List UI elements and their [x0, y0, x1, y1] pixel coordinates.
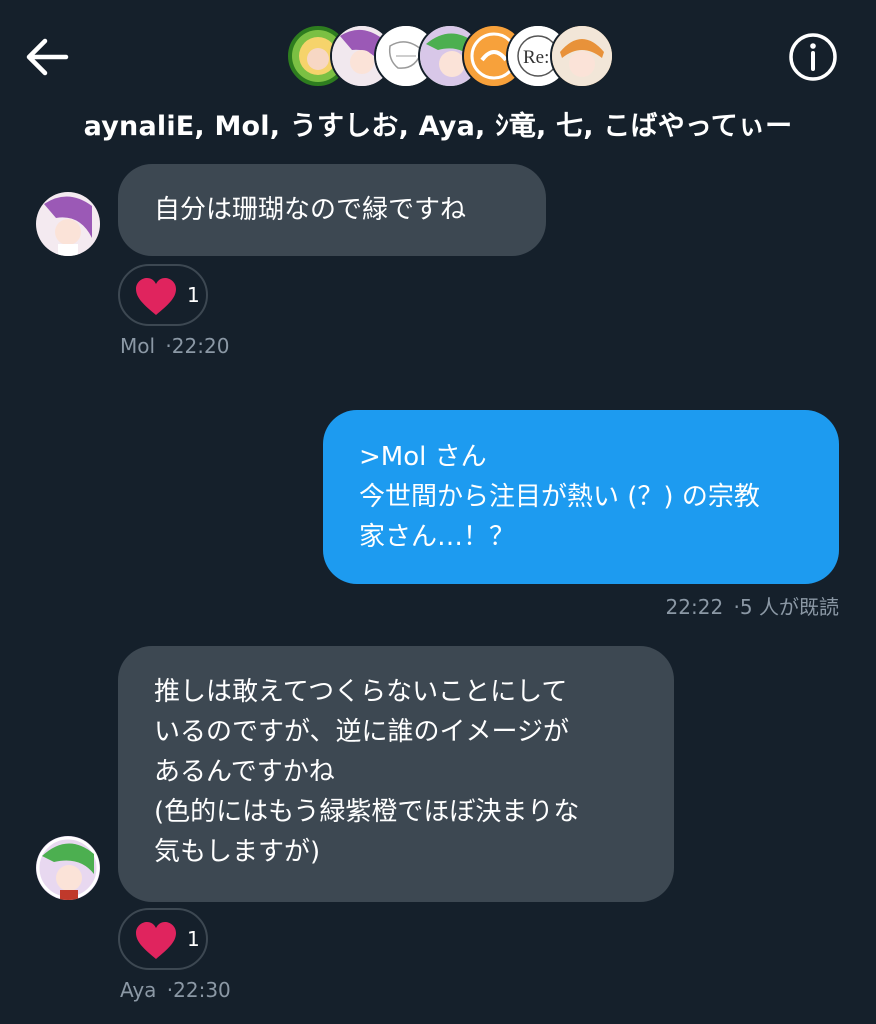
message-bubble[interactable]: >Mol さん 今世間から注目が熱い (？) の宗教 家さん…！？ — [323, 410, 839, 584]
group-avatar-stack[interactable]: Re: — [286, 24, 614, 88]
reaction-badge[interactable]: 1 — [118, 264, 208, 326]
message-text: 家さん…！？ — [359, 522, 516, 552]
svg-text:Re:: Re: — [523, 47, 549, 68]
reaction-count: 1 — [187, 283, 200, 307]
conversation-header: Re: aynaliE, Mol, うすしお, Aya, ｼ竜, 七, こばやっ… — [0, 0, 876, 150]
message-text: いるのですが、逆に誰のイメージが — [154, 717, 569, 747]
message-text: (色的にはもう緑紫橙でほぼ決まりな — [154, 797, 580, 827]
heart-icon — [136, 922, 176, 959]
reaction-count: 1 — [187, 927, 200, 951]
arrow-left-icon — [26, 38, 69, 76]
conversation-info-button[interactable] — [786, 30, 840, 84]
message-time: ·22:20 — [165, 334, 230, 358]
sender-name: Mol — [120, 334, 156, 358]
message-bubble[interactable]: 自分は珊瑚なので緑ですね — [118, 164, 546, 256]
message-meta: Mol ·22:20 — [120, 334, 229, 358]
info-icon — [789, 33, 837, 81]
message-text: 気もしますが) — [154, 837, 321, 867]
sender-name: Aya — [120, 978, 157, 1002]
reaction-badge[interactable]: 1 — [118, 908, 208, 970]
message-text: 推しは敢えてつくらないことにして — [154, 677, 568, 707]
sender-avatar[interactable] — [36, 836, 100, 900]
message-meta: Aya ·22:30 — [120, 978, 231, 1002]
read-status: ·5 人が既読 — [733, 595, 839, 619]
message-text: >Mol さん — [359, 442, 487, 472]
message-meta: 22:22 ·5 人が既読 — [666, 591, 839, 620]
message-text: あるんですかね — [154, 757, 335, 787]
message-text: 自分は珊瑚なので緑ですね — [154, 195, 467, 225]
member-avatar — [550, 24, 614, 88]
message-time: 22:22 — [665, 595, 724, 619]
group-member-names: aynaliE, Mol, うすしお, Aya, ｼ竜, 七, こばやってぃー — [83, 111, 793, 142]
sender-avatar[interactable] — [36, 192, 100, 256]
back-button[interactable] — [22, 32, 72, 82]
heart-icon — [136, 278, 176, 315]
message-text: 今世間から注目が熱い (？) の宗教 — [359, 482, 760, 512]
message-time: ·22:30 — [166, 978, 231, 1002]
message-bubble[interactable]: 推しは敢えてつくらないことにして いるのですが、逆に誰のイメージが あるんですか… — [118, 646, 674, 902]
